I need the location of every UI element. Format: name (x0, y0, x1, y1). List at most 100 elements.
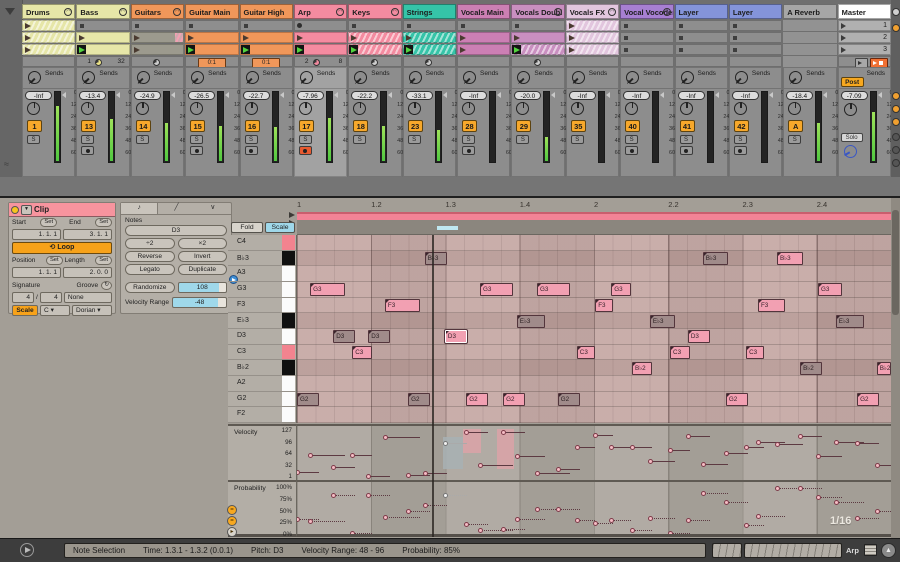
volume-handle-icon[interactable] (551, 92, 555, 98)
track-header-icon[interactable]: ◠ (391, 8, 399, 16)
clip-slot[interactable] (240, 32, 293, 43)
piano-key[interactable]: D3 (228, 329, 296, 345)
volume-display[interactable]: -22.2 (351, 91, 378, 100)
arm-button[interactable] (299, 146, 312, 155)
clip-slot[interactable] (675, 32, 728, 43)
piano-key[interactable]: G2 (228, 392, 296, 408)
midi-note[interactable]: G2 (297, 393, 319, 406)
midi-note[interactable]: D3 (333, 330, 355, 343)
clip-playing-icon[interactable] (404, 45, 413, 54)
midi-note[interactable]: C3 (577, 346, 595, 359)
scene-play-icon[interactable] (841, 47, 846, 53)
clip-slot[interactable] (76, 20, 129, 31)
probability-marker[interactable] (331, 493, 336, 498)
groove-select[interactable]: None (64, 292, 112, 303)
scale-button[interactable]: Scale (265, 222, 295, 233)
clip-slot[interactable] (403, 44, 456, 55)
probability-marker[interactable] (668, 531, 673, 536)
clip-activator-icon[interactable] (11, 206, 19, 214)
piano-key[interactable]: A3 (228, 266, 296, 282)
probability-marker[interactable] (855, 516, 860, 521)
clip-slot[interactable] (294, 20, 347, 31)
velocity-range-value[interactable]: -48 (172, 297, 227, 308)
volume-handle-icon[interactable] (660, 92, 664, 98)
solo-button[interactable]: S (136, 135, 149, 144)
clip-stop-row[interactable] (348, 56, 401, 67)
chevron-down-icon[interactable]: ▼ (21, 205, 32, 215)
velocity-marker[interactable] (308, 453, 313, 458)
clip-play-icon[interactable] (25, 47, 31, 53)
probability-marker[interactable] (406, 509, 411, 514)
velocity-marker[interactable] (423, 471, 428, 476)
velocity-marker[interactable] (297, 470, 300, 475)
probability-marker[interactable] (756, 514, 761, 519)
clip-slot[interactable] (131, 44, 184, 55)
clip-stop-row[interactable] (511, 56, 564, 67)
volume-display[interactable]: -Inf (460, 91, 487, 100)
velocity-marker[interactable] (593, 433, 598, 438)
collapse-arrow-icon[interactable] (5, 8, 15, 15)
velocity-marker[interactable] (350, 453, 355, 458)
clip-slot[interactable] (240, 20, 293, 31)
clip-play-icon[interactable] (406, 35, 412, 41)
signature-numerator[interactable]: 4 (12, 292, 34, 303)
track-number-button[interactable]: 1 (27, 120, 42, 132)
probability-marker[interactable] (686, 518, 691, 523)
track-header-icon[interactable]: ◠ (173, 8, 181, 16)
track-header[interactable]: Guitars◠ (131, 4, 184, 19)
track-header[interactable]: A Reverb (783, 4, 836, 19)
solo-button[interactable]: S (27, 135, 40, 144)
midi-note[interactable]: G2 (726, 393, 748, 406)
track-number-button[interactable]: 15 (190, 120, 205, 132)
arm-button[interactable] (734, 146, 747, 155)
midi-note[interactable]: G2 (503, 393, 525, 406)
velocity-marker[interactable] (406, 473, 411, 478)
clip-slot[interactable] (729, 32, 782, 43)
velocity-marker[interactable] (724, 451, 729, 456)
probability-marker[interactable] (875, 509, 880, 514)
fold-button[interactable]: Fold (231, 222, 263, 233)
probability-lane-toggle[interactable]: = (227, 516, 237, 526)
track-number-button[interactable]: A (788, 120, 803, 132)
arm-button[interactable] (462, 146, 475, 155)
solo-button[interactable]: S (408, 135, 421, 144)
midi-note[interactable]: G2 (408, 393, 430, 406)
scene-play-icon[interactable] (841, 35, 846, 41)
probability-marker[interactable] (798, 486, 803, 491)
velocity-lane[interactable] (297, 424, 891, 480)
track-overview-mini[interactable] (744, 543, 842, 558)
probability-marker[interactable] (383, 515, 388, 520)
pan-knob[interactable] (734, 102, 747, 115)
volume-handle-icon[interactable] (334, 92, 338, 98)
clip-slot[interactable] (294, 32, 347, 43)
track-header[interactable]: Layer (729, 4, 782, 19)
volume-display[interactable]: -Inf (569, 91, 596, 100)
position-value[interactable]: 1. 1. 1 (12, 267, 61, 278)
probability-lane[interactable] (297, 480, 891, 537)
volume-handle-icon[interactable] (443, 92, 447, 98)
piano-key[interactable]: F3 (228, 298, 296, 314)
track-header[interactable]: Vocals Doubl◠ (511, 4, 564, 19)
clip-slot[interactable] (185, 32, 238, 43)
solo-button[interactable]: S (516, 135, 529, 144)
solo-button[interactable]: S (81, 135, 94, 144)
scrub-area[interactable] (297, 220, 891, 235)
volume-display[interactable]: -18.4 (786, 91, 813, 100)
velocity-marker[interactable] (775, 442, 780, 447)
volume-display[interactable]: -Inf (25, 91, 52, 100)
loop-button[interactable]: ⟲ Loop (12, 242, 112, 254)
track-header-icon[interactable]: ◠ (64, 8, 72, 16)
clip-stop-row[interactable] (22, 56, 75, 67)
start-set-button[interactable]: Set (40, 218, 57, 227)
midi-note[interactable]: G2 (558, 393, 580, 406)
view-toggle-icon[interactable] (892, 159, 900, 167)
pan-knob[interactable] (788, 102, 801, 115)
clip-slot[interactable] (511, 20, 564, 31)
midi-note[interactable]: C3 (670, 346, 690, 359)
track-header[interactable]: Guitar High (240, 4, 293, 19)
velocity-marker[interactable] (630, 445, 635, 450)
pitch-display[interactable]: D3 (125, 225, 227, 236)
pan-knob[interactable] (571, 102, 584, 115)
clip-slot[interactable] (240, 44, 293, 55)
midi-note[interactable]: B♭3 (425, 252, 447, 265)
